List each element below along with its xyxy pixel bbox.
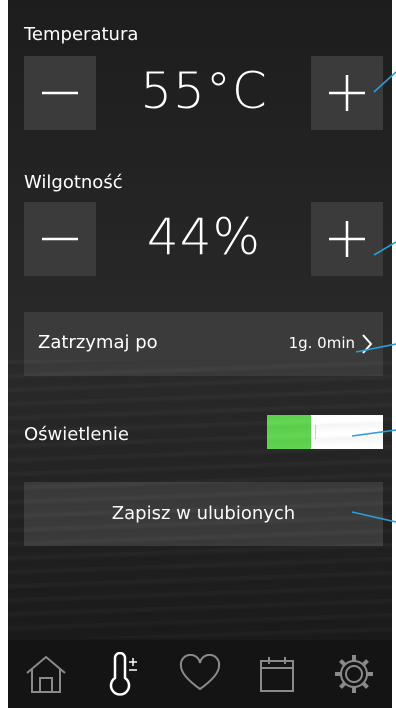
heart-icon — [179, 654, 221, 691]
stop-after-value: 1g. 0min — [288, 334, 355, 352]
toggle-on-segment — [267, 415, 311, 449]
temperature-value: 55°C — [140, 62, 268, 120]
nav-home[interactable] — [22, 650, 70, 698]
humidity-value: 44% — [146, 208, 262, 266]
nav-schedule[interactable] — [253, 650, 301, 698]
thermometer-plus-icon — [109, 652, 138, 696]
plus-icon — [329, 221, 365, 257]
stop-after-label: Zatrzymaj po — [38, 332, 158, 353]
temperature-decrease-button[interactable] — [24, 56, 96, 130]
humidity-decrease-button[interactable] — [24, 202, 96, 276]
temperature-increase-button[interactable] — [311, 56, 383, 130]
chevron-right-icon — [362, 334, 373, 354]
minus-icon — [42, 91, 78, 95]
bottom-nav — [8, 640, 392, 708]
humidity-label: Wilgotność — [24, 172, 123, 193]
lighting-toggle[interactable] — [267, 415, 383, 449]
humidity-increase-button[interactable] — [311, 202, 383, 276]
toggle-divider — [315, 425, 316, 439]
nav-settings[interactable] — [330, 650, 378, 698]
app-screen: Temperatura 55°C Wilgotność 44% Zatrzyma… — [8, 0, 392, 708]
save-favorite-button[interactable]: Zapisz w ulubionych — [24, 482, 383, 546]
stop-after-button[interactable]: Zatrzymaj po 1g. 0min — [24, 312, 383, 376]
temperature-label: Temperatura — [24, 24, 139, 45]
nav-favorites[interactable] — [176, 650, 224, 698]
lighting-label: Oświetlenie — [24, 424, 129, 445]
nav-climate[interactable] — [99, 650, 147, 698]
calendar-icon — [259, 657, 294, 692]
plus-icon — [329, 75, 365, 111]
gear-icon — [334, 655, 373, 693]
save-favorite-label: Zapisz w ulubionych — [111, 503, 296, 524]
home-icon — [26, 655, 67, 693]
minus-icon — [42, 237, 78, 241]
